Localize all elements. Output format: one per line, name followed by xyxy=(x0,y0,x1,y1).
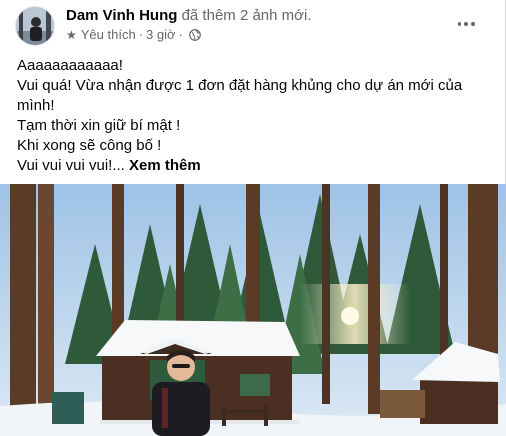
post-line: mình! xyxy=(17,97,55,114)
post-text: Aaaaaaaaaaaa! Vui quá! Vừa nhận được 1 đ… xyxy=(17,56,497,176)
more-dot xyxy=(470,22,475,26)
more-dot xyxy=(464,22,468,26)
post-action-text: đã thêm 2 ảnh mới. xyxy=(181,7,312,24)
post-header: Dam Vinh Hung đã thêm 2 ảnh mới. ★ Yêu t… xyxy=(0,0,506,46)
see-more-link[interactable]: Xem thêm xyxy=(129,157,201,174)
favorite-label: Yêu thích xyxy=(80,27,136,42)
author-name[interactable]: Dam Vinh Hung xyxy=(66,7,177,24)
separator-dot: · xyxy=(138,27,144,42)
star-icon: ★ xyxy=(66,28,77,42)
post-line: Tạm thời xin giữ bí mật ! xyxy=(17,117,181,134)
post-card: Dam Vinh Hung đã thêm 2 ảnh mới. ★ Yêu t… xyxy=(0,0,506,436)
avatar[interactable] xyxy=(15,6,55,46)
post-timestamp[interactable]: 3 giờ xyxy=(146,27,176,43)
post-last-line: Vui vui vui vui!... xyxy=(17,157,125,174)
more-options-button[interactable] xyxy=(456,14,476,34)
forest-cabin-photo xyxy=(0,184,506,436)
globe-icon[interactable] xyxy=(189,29,201,41)
post-meta: ★ Yêu thích · 3 giờ · xyxy=(66,27,201,43)
more-dot xyxy=(457,22,462,26)
avatar-image xyxy=(16,7,54,45)
post-line: Vui quá! Vừa nhận được 1 đơn đặt hàng kh… xyxy=(17,77,463,94)
post-line: Khi xong sẽ công bố ! xyxy=(17,137,162,154)
post-photo[interactable] xyxy=(0,184,506,436)
separator-dot: · xyxy=(178,27,183,42)
post-line: Aaaaaaaaaaaa! xyxy=(17,57,123,74)
author-line: Dam Vinh Hung đã thêm 2 ảnh mới. xyxy=(66,7,311,25)
post-line-last: Vui vui vui vui!... Xem thêm xyxy=(17,156,497,176)
